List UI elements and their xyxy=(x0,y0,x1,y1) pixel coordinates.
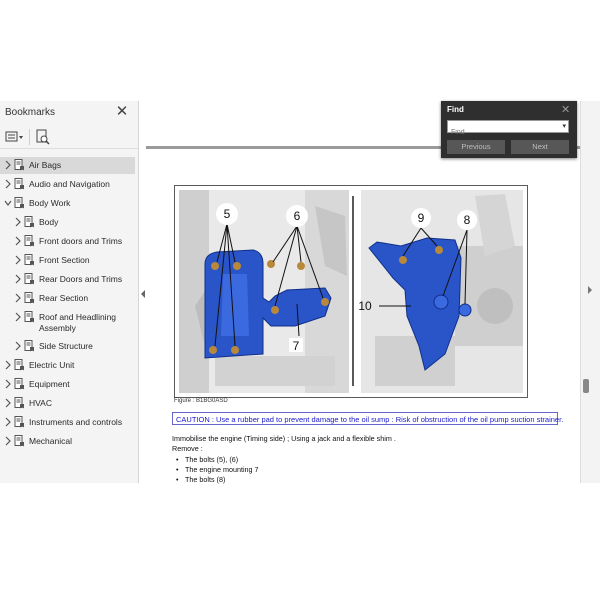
previous-button[interactable]: Previous xyxy=(447,140,505,154)
bookmarks-title: Bookmarks xyxy=(5,107,56,118)
scrollbar-thumb[interactable] xyxy=(583,379,589,393)
bookmark-label: Air Bags xyxy=(29,160,62,170)
bookmark-icon xyxy=(24,273,34,285)
bookmark-icon xyxy=(14,435,24,447)
close-icon[interactable]: ✕ xyxy=(561,103,570,116)
bookmark-icon xyxy=(24,254,34,266)
bookmark-label: Mechanical xyxy=(29,436,72,446)
bookmark-icon xyxy=(24,292,34,304)
bookmarks-header: Bookmarks ✕ xyxy=(0,101,138,125)
caution-note: CAUTION : Use a rubber pad to prevent da… xyxy=(172,412,563,425)
document-page: 5 6 7 9 8 10 Figure: B1BG0ASD CAUTION:… xyxy=(146,101,580,484)
toolbar-divider xyxy=(29,129,30,145)
bookmark-item[interactable]: Air Bags xyxy=(0,157,135,174)
chevron-right-icon[interactable] xyxy=(4,398,12,408)
bookmark-item[interactable]: Equipment xyxy=(0,376,135,393)
chevron-down-icon[interactable] xyxy=(4,198,12,208)
bookmark-options-button[interactable] xyxy=(5,129,25,145)
chevron-right-icon[interactable] xyxy=(4,160,12,170)
next-button[interactable]: Next xyxy=(511,140,569,154)
bookmark-icon xyxy=(14,159,24,171)
chevron-right-icon[interactable] xyxy=(4,379,12,389)
bookmark-label: Body xyxy=(39,217,59,227)
figure-caption: Figure : B1BG0ASD xyxy=(174,398,228,404)
list-item: The bolts (8) xyxy=(176,475,225,484)
bookmark-icon xyxy=(24,235,34,247)
chevron-right-icon[interactable] xyxy=(4,436,12,446)
callout-10: 10 xyxy=(358,299,372,313)
callout-9: 9 xyxy=(418,211,425,225)
bookmark-icon xyxy=(24,311,34,323)
bookmark-label: Equipment xyxy=(29,379,70,389)
bookmark-label: HVAC xyxy=(29,398,52,408)
intro-paragraph: Immobilise the engine (Timing side) ; Us… xyxy=(172,434,396,443)
bookmark-label: Roof and Headlining Assembly xyxy=(39,312,117,333)
chevron-right-icon[interactable] xyxy=(14,293,22,303)
bookmark-label: Rear Section xyxy=(39,293,89,303)
chevron-right-icon[interactable] xyxy=(587,286,593,294)
chevron-down-icon[interactable]: ▾ xyxy=(562,122,566,130)
chevron-right-icon[interactable] xyxy=(4,417,12,427)
bookmark-icon xyxy=(24,340,34,352)
chevron-right-icon[interactable] xyxy=(14,274,22,284)
bookmark-item[interactable]: Rear Doors and Trims xyxy=(0,271,135,288)
chevron-right-icon[interactable] xyxy=(14,255,22,265)
bookmark-item[interactable]: Electric Unit xyxy=(0,357,135,374)
chevron-right-icon[interactable] xyxy=(4,360,12,370)
chevron-right-icon[interactable] xyxy=(14,217,22,227)
vertical-scrollbar[interactable] xyxy=(580,101,600,483)
bookmarks-panel: Bookmarks ✕ Air Bags Audio and Navigatio… xyxy=(0,101,139,483)
find-input[interactable] xyxy=(448,127,559,138)
bookmark-label: Front doors and Trims xyxy=(39,236,123,246)
find-title: Find xyxy=(447,105,464,114)
bookmark-icon xyxy=(14,178,24,190)
find-bookmark-button[interactable] xyxy=(35,129,51,145)
list-item: The bolts (5), (6) xyxy=(176,455,238,464)
find-panel: Find ✕ ▾ Previous Next xyxy=(441,101,577,158)
bookmark-label: Electric Unit xyxy=(29,360,75,370)
bookmark-item[interactable]: Rear Section xyxy=(0,290,135,307)
bookmark-icon xyxy=(14,397,24,409)
bookmark-item[interactable]: Audio and Navigation xyxy=(0,176,135,193)
bookmark-item[interactable]: Front doors and Trims xyxy=(0,233,135,250)
engine-illustration: 5 6 7 9 8 10 xyxy=(179,190,523,393)
callout-8: 8 xyxy=(464,213,471,227)
bookmark-item[interactable]: Body xyxy=(0,214,135,231)
close-icon[interactable]: ✕ xyxy=(115,104,129,119)
bookmark-label: Instruments and controls xyxy=(29,417,123,427)
callout-6: 6 xyxy=(294,209,301,223)
bookmark-item[interactable]: HVAC xyxy=(0,395,135,412)
remove-label: Remove : xyxy=(172,444,203,453)
bookmark-item[interactable]: Instruments and controls xyxy=(0,414,135,431)
find-field[interactable]: ▾ xyxy=(447,120,569,138)
bookmark-label: Front Section xyxy=(39,255,90,265)
chevron-right-icon[interactable] xyxy=(4,179,12,189)
chevron-right-icon[interactable] xyxy=(14,341,22,351)
bookmark-icon xyxy=(14,378,24,390)
bookmarks-toolbar xyxy=(0,126,138,149)
chevron-right-icon[interactable] xyxy=(14,236,22,246)
bookmark-label: Rear Doors and Trims xyxy=(39,274,123,284)
bookmark-icon xyxy=(24,216,34,228)
viewer-window: Bookmarks ✕ Air Bags Audio and Navigatio… xyxy=(0,101,600,484)
engine-figure: 5 6 7 9 8 10 xyxy=(174,185,528,398)
bookmark-icon xyxy=(14,416,24,428)
bookmark-item[interactable]: Body Work xyxy=(0,195,135,212)
list-options-icon xyxy=(5,131,23,142)
bookmark-label: Side Structure xyxy=(39,341,93,351)
bookmark-label: Body Work xyxy=(29,198,71,208)
bookmark-item[interactable]: Side Structure xyxy=(0,338,135,355)
chevron-right-icon[interactable] xyxy=(14,312,22,322)
bookmark-label: Audio and Navigation xyxy=(29,179,110,189)
bookmark-icon xyxy=(14,359,24,371)
list-item: The engine mounting 7 xyxy=(176,465,258,474)
bookmark-item[interactable]: Mechanical xyxy=(0,433,135,450)
callout-7: 7 xyxy=(293,339,300,353)
bookmark-search-icon xyxy=(36,129,50,145)
callout-5: 5 xyxy=(224,207,231,221)
bookmark-icon xyxy=(14,197,24,209)
bookmark-item[interactable]: Roof and Headlining Assembly xyxy=(0,309,135,333)
bookmark-item[interactable]: Front Section xyxy=(0,252,135,269)
